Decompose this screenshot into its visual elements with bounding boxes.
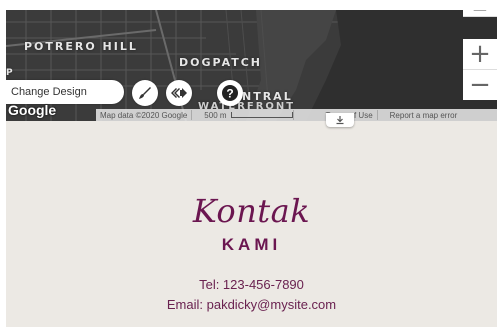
contact-title: Kontak [192,192,311,230]
zoom-partial-icon: − [472,10,489,21]
contact-phone[interactable]: Tel: 123-456-7890 [6,277,497,292]
footer-divider [376,110,386,120]
footer-divider [292,110,302,120]
map-label-dogpatch: DOGPATCH [179,56,263,69]
edit-design-button[interactable] [132,80,158,106]
zoom-in-icon: + [469,39,491,69]
map-scale: 500 m [204,110,227,120]
help-button[interactable]: ? [217,80,243,106]
zoom-in-button[interactable]: + [463,39,497,70]
download-icon [336,116,344,125]
map-label-side: P [6,68,13,78]
change-design-button[interactable]: Change Design [6,80,124,104]
paint-brush-icon [139,87,151,99]
download-button[interactable] [326,113,354,127]
zoom-out-button[interactable]: − [463,70,497,100]
svg-text:?: ? [226,87,233,101]
map-label-potrero-hill: POTRERO HILL [24,40,138,53]
report-map-error-link[interactable]: Report a map error [386,111,462,120]
animation-arrows-icon [171,88,187,98]
website-frame: POTRERO HILL DOGPATCH NTRAL WATERFRONT P… [6,10,497,327]
contact-email[interactable]: Email: pakdicky@mysite.com [6,297,497,312]
zoom-out-icon: − [469,70,491,100]
scale-bar [230,112,293,118]
contact-subtitle: KAMI [221,235,282,254]
map-footer: Map data ©2020 Google 500 m Terms of Use… [96,109,497,121]
animation-button[interactable] [166,80,192,106]
google-logo: Google [8,102,57,118]
zoom-partial-button[interactable]: − [463,10,497,21]
map-widget[interactable]: POTRERO HILL DOGPATCH NTRAL WATERFRONT P… [6,10,497,121]
footer-divider [191,110,200,120]
help-icon: ? [222,85,238,101]
map-data-attribution: Map data ©2020 Google [100,110,188,120]
